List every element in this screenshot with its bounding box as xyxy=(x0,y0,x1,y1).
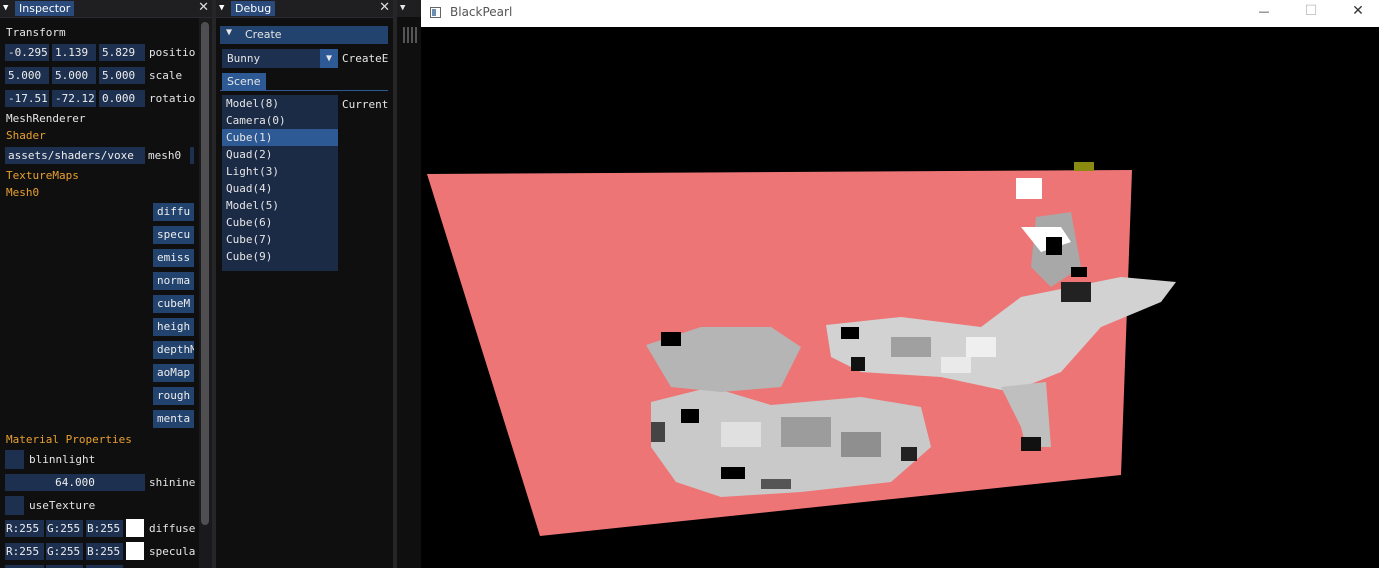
texture-button-mentalness[interactable]: menta xyxy=(153,410,194,428)
position-x-input[interactable]: -0.295 xyxy=(5,44,49,61)
transform-label: Transform xyxy=(6,26,66,39)
window-title: BlackPearl xyxy=(450,5,513,19)
texture-button-cubemap[interactable]: cubeM xyxy=(153,295,194,313)
position-z-input[interactable]: 5.829 xyxy=(99,44,145,61)
rotation-y-input[interactable]: -72.12 xyxy=(52,90,96,107)
create-header-label: Create xyxy=(245,28,282,41)
position-label: positio xyxy=(149,46,196,59)
specular-label: specula xyxy=(149,545,196,558)
dropdown-arrow-icon: ▼ xyxy=(320,49,338,68)
small-cube xyxy=(1074,162,1094,171)
use-texture-checkbox[interactable] xyxy=(5,496,24,515)
tab-scene-label: Scene xyxy=(227,75,261,88)
scene-item-cube-6[interactable]: Cube(6) xyxy=(222,214,338,231)
diffuse-color-swatch[interactable] xyxy=(126,519,144,537)
model-dropdown[interactable]: Bunny ▼ xyxy=(222,49,338,68)
texture-button-depthmap[interactable]: depthM xyxy=(153,341,194,359)
grip-icon[interactable] xyxy=(403,27,417,43)
texture-button-aomap[interactable]: aoMap xyxy=(153,364,194,382)
texture-button-normal[interactable]: norma xyxy=(153,272,194,290)
scene-list[interactable]: Model(8) Camera(0) Cube(1) Quad(2) Light… xyxy=(222,95,338,271)
texture-button-emission[interactable]: emiss xyxy=(153,249,194,267)
scene-item-cube-9[interactable]: Cube(9) xyxy=(222,248,338,265)
scale-x-input[interactable]: 5.000 xyxy=(5,67,49,84)
close-icon[interactable]: ✕ xyxy=(198,0,209,15)
current-label: Current xyxy=(342,98,389,111)
viewport[interactable] xyxy=(421,27,1379,568)
scene-item-quad-2[interactable]: Quad(2) xyxy=(222,146,338,163)
texture-button-height[interactable]: heigh xyxy=(153,318,194,336)
tab-underline xyxy=(220,90,388,91)
blinnlight-label: blinnlight xyxy=(29,453,96,466)
shininess-label: shinine xyxy=(149,476,196,489)
scene-item-quad-4[interactable]: Quad(4) xyxy=(222,180,338,197)
debug-titlebar[interactable]: ▼ Debug ✕ xyxy=(216,0,393,18)
rotation-label: rotatio xyxy=(149,92,196,105)
mesh-selector[interactable] xyxy=(190,147,194,164)
debug-title: Debug xyxy=(231,1,276,16)
scale-label: scale xyxy=(149,69,183,82)
scene-render xyxy=(427,162,1176,536)
texture-button-diffuse[interactable]: diffu xyxy=(153,203,194,221)
rotation-x-input[interactable]: -17.51 xyxy=(5,90,49,107)
collapse-arrow-icon[interactable]: ▼ xyxy=(219,3,224,13)
scale-z-input[interactable]: 5.000 xyxy=(99,67,145,84)
close-icon[interactable]: ✕ xyxy=(379,0,390,15)
material-properties-label: Material Properties xyxy=(6,433,132,446)
position-y-input[interactable]: 1.139 xyxy=(52,44,96,61)
expand-arrow-icon: ▼ xyxy=(226,27,233,38)
texture-button-roughness[interactable]: rough xyxy=(153,387,194,405)
scene-item-model-5[interactable]: Model(5) xyxy=(222,197,338,214)
mesh0-label: Mesh0 xyxy=(6,186,40,199)
mesh-name-label: mesh0 xyxy=(148,149,182,162)
mesh-renderer-label: MeshRenderer xyxy=(6,112,86,125)
inspector-scrollbar-thumb[interactable] xyxy=(201,22,209,525)
shininess-input[interactable]: 64.000 xyxy=(5,474,145,491)
scene-item-model-8[interactable]: Model(8) xyxy=(222,95,338,112)
blinnlight-checkbox[interactable] xyxy=(5,450,24,469)
specular-g-input[interactable]: G:255 xyxy=(46,543,83,560)
scene-item-cube-1[interactable]: Cube(1) xyxy=(222,129,338,146)
create-entity-label[interactable]: CreateE xyxy=(342,52,388,66)
app-icon xyxy=(430,7,441,18)
inspector-panel: ▼ Inspector ✕ Transform -0.295 1.139 5.8… xyxy=(0,0,212,568)
inspector-scrollbar[interactable] xyxy=(199,18,212,568)
specular-color-swatch[interactable] xyxy=(126,542,144,560)
texture-maps-label: TextureMaps xyxy=(6,169,79,182)
diffuse-b-input[interactable]: B:255 xyxy=(86,520,123,537)
specular-r-input[interactable]: R:255 xyxy=(5,543,44,560)
diffuse-g-input[interactable]: G:255 xyxy=(46,520,83,537)
light-cube xyxy=(1016,178,1042,199)
specular-b-input[interactable]: B:255 xyxy=(86,543,123,560)
tab-scene[interactable]: Scene xyxy=(222,73,266,90)
use-texture-label: useTexture xyxy=(29,499,96,512)
inspector-title: Inspector xyxy=(15,1,75,16)
window-titlebar[interactable]: BlackPearl — ☐ ✕ xyxy=(421,0,1379,27)
dropdown-value: Bunny xyxy=(227,52,261,65)
diffuse-r-input[interactable]: R:255 xyxy=(5,520,44,537)
texture-button-specular[interactable]: specu xyxy=(153,226,194,244)
scene-item-light-3[interactable]: Light(3) xyxy=(222,163,338,180)
minimize-icon[interactable]: — xyxy=(1254,5,1274,18)
rotation-z-input[interactable]: 0.000 xyxy=(99,90,145,107)
inspector-titlebar[interactable]: ▼ Inspector ✕ xyxy=(0,0,212,18)
collapsed-panel[interactable]: ▼ xyxy=(397,0,421,568)
collapsed-titlebar[interactable]: ▼ xyxy=(397,0,421,17)
scene-item-cube-7[interactable]: Cube(7) xyxy=(222,231,338,248)
diffuse-label: diffuse xyxy=(149,522,196,535)
scene-item-camera-0[interactable]: Camera(0) xyxy=(222,112,338,129)
create-header[interactable]: ▼ Create xyxy=(220,26,388,44)
close-icon[interactable]: ✕ xyxy=(1348,3,1368,19)
shader-label: Shader xyxy=(6,129,46,142)
debug-panel: ▼ Debug ✕ ▼ Create Bunny ▼ CreateE Scene… xyxy=(216,0,393,568)
shader-path-input[interactable]: assets/shaders/voxe xyxy=(5,147,145,164)
collapse-arrow-icon[interactable]: ▼ xyxy=(3,3,8,13)
collapse-arrow-icon[interactable]: ▼ xyxy=(400,3,405,13)
scale-y-input[interactable]: 5.000 xyxy=(52,67,96,84)
maximize-icon[interactable]: ☐ xyxy=(1301,3,1321,19)
